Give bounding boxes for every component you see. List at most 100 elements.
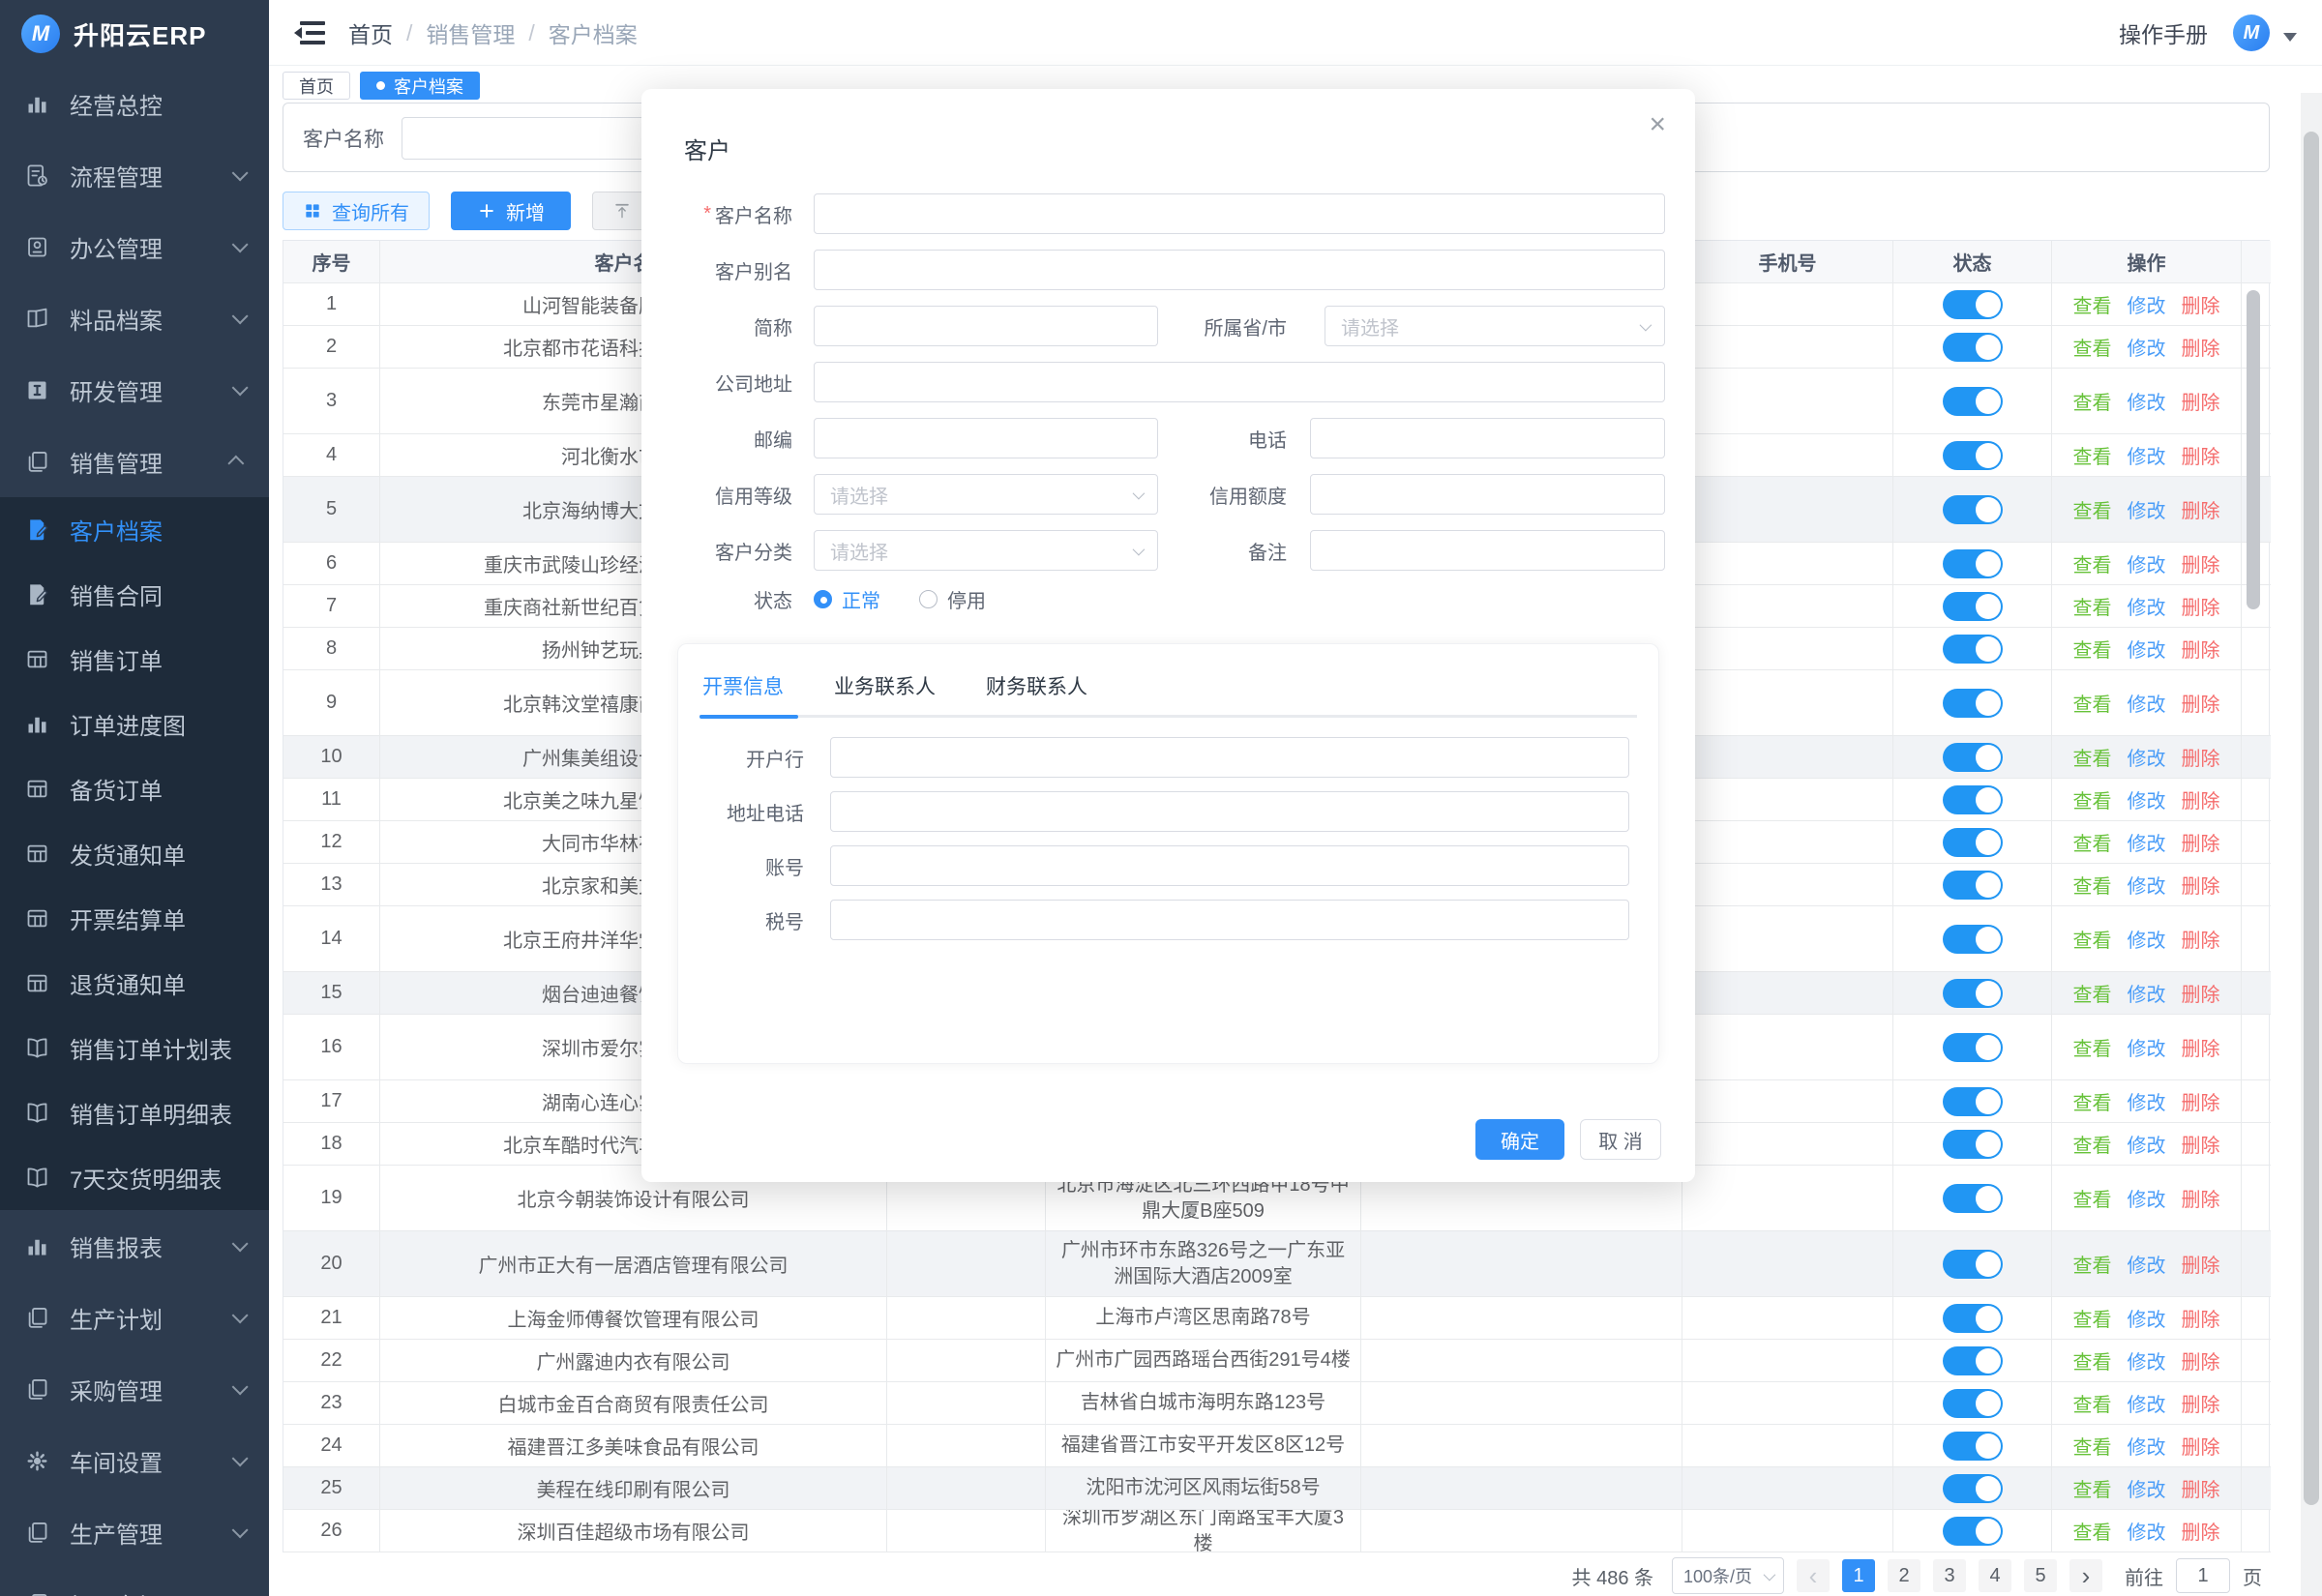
- status-toggle[interactable]: [1943, 549, 2003, 578]
- status-toggle[interactable]: [1943, 1087, 2003, 1116]
- sidebar-item[interactable]: 办公管理: [0, 211, 269, 282]
- delete-link[interactable]: 删除: [2182, 979, 2220, 1007]
- goto-page-input[interactable]: [2176, 1558, 2230, 1593]
- status-radio-unselected[interactable]: 停用: [919, 585, 986, 613]
- status-toggle[interactable]: [1943, 925, 2003, 954]
- view-link[interactable]: 查看: [2073, 1250, 2112, 1278]
- delete-link[interactable]: 删除: [2182, 387, 2220, 415]
- cancel-button[interactable]: 取 消: [1580, 1119, 1661, 1160]
- sidebar-item[interactable]: 销售订单: [0, 627, 269, 692]
- sidebar-item[interactable]: 料品档案: [0, 282, 269, 354]
- view-link[interactable]: 查看: [2073, 1130, 2112, 1158]
- status-toggle[interactable]: [1943, 1130, 2003, 1159]
- remark-field[interactable]: [1310, 530, 1665, 571]
- view-link[interactable]: 查看: [2073, 290, 2112, 318]
- sidebar-item[interactable]: 采购管理: [0, 1353, 269, 1425]
- view-link[interactable]: 查看: [2073, 441, 2112, 469]
- sidebar-item[interactable]: 发货通知单: [0, 821, 269, 886]
- edit-link[interactable]: 修改: [2128, 1432, 2166, 1460]
- account-field[interactable]: [830, 845, 1629, 886]
- delete-link[interactable]: 删除: [2182, 1304, 2220, 1332]
- status-toggle[interactable]: [1943, 1389, 2003, 1418]
- delete-link[interactable]: 删除: [2182, 871, 2220, 899]
- edit-link[interactable]: 修改: [2128, 1517, 2166, 1545]
- sidebar-item[interactable]: 销售管理: [0, 426, 269, 497]
- status-radio-selected[interactable]: 正常: [814, 585, 880, 613]
- status-toggle[interactable]: [1943, 1033, 2003, 1062]
- zip-field[interactable]: [814, 418, 1158, 458]
- status-toggle[interactable]: [1943, 592, 2003, 621]
- edit-link[interactable]: 修改: [2128, 1389, 2166, 1417]
- delete-link[interactable]: 删除: [2182, 1130, 2220, 1158]
- bank-field[interactable]: [830, 737, 1629, 778]
- page-button-2[interactable]: 2: [1888, 1559, 1920, 1592]
- sidebar-item[interactable]: 生产管理: [0, 1496, 269, 1568]
- edit-link[interactable]: 修改: [2128, 743, 2166, 771]
- delete-link[interactable]: 删除: [2182, 785, 2220, 813]
- category-select[interactable]: 请选择: [814, 530, 1158, 571]
- delete-link[interactable]: 删除: [2182, 925, 2220, 953]
- query-all-button[interactable]: 查询所有: [283, 192, 430, 230]
- sidebar-item[interactable]: 订单进度图: [0, 692, 269, 756]
- view-tab-inactive[interactable]: 首页: [283, 72, 350, 100]
- status-toggle[interactable]: [1943, 387, 2003, 416]
- sidebar-item[interactable]: 经营总控: [0, 68, 269, 139]
- status-toggle[interactable]: [1943, 689, 2003, 718]
- sidebar-item[interactable]: 加工车间: [0, 1568, 269, 1596]
- edit-link[interactable]: 修改: [2128, 785, 2166, 813]
- status-toggle[interactable]: [1943, 1346, 2003, 1375]
- view-link[interactable]: 查看: [2073, 1517, 2112, 1545]
- view-link[interactable]: 查看: [2073, 1432, 2112, 1460]
- status-toggle[interactable]: [1943, 979, 2003, 1008]
- status-toggle[interactable]: [1943, 495, 2003, 524]
- close-icon[interactable]: ×: [1649, 110, 1666, 139]
- view-link[interactable]: 查看: [2073, 1389, 2112, 1417]
- sidebar-item[interactable]: 车间设置: [0, 1425, 269, 1496]
- delete-link[interactable]: 删除: [2182, 1346, 2220, 1374]
- view-link[interactable]: 查看: [2073, 925, 2112, 953]
- delete-link[interactable]: 删除: [2182, 333, 2220, 361]
- view-link[interactable]: 查看: [2073, 1184, 2112, 1212]
- delete-link[interactable]: 删除: [2182, 689, 2220, 717]
- view-link[interactable]: 查看: [2073, 635, 2112, 663]
- status-toggle[interactable]: [1943, 1432, 2003, 1461]
- tax-no-field[interactable]: [830, 900, 1629, 940]
- delete-link[interactable]: 删除: [2182, 495, 2220, 523]
- delete-link[interactable]: 删除: [2182, 1087, 2220, 1115]
- edit-link[interactable]: 修改: [2128, 592, 2166, 620]
- delete-link[interactable]: 删除: [2182, 549, 2220, 577]
- edit-link[interactable]: 修改: [2128, 441, 2166, 469]
- table-scrollbar[interactable]: [2247, 290, 2260, 609]
- chevron-down-icon[interactable]: [2283, 33, 2297, 42]
- edit-link[interactable]: 修改: [2128, 333, 2166, 361]
- view-link[interactable]: 查看: [2073, 549, 2112, 577]
- address-tel-field[interactable]: [830, 791, 1629, 832]
- delete-link[interactable]: 删除: [2182, 1389, 2220, 1417]
- status-toggle[interactable]: [1943, 1474, 2003, 1503]
- edit-link[interactable]: 修改: [2128, 1474, 2166, 1502]
- delete-link[interactable]: 删除: [2182, 743, 2220, 771]
- status-toggle[interactable]: [1943, 635, 2003, 664]
- credit-level-select[interactable]: 请选择: [814, 474, 1158, 515]
- view-link[interactable]: 查看: [2073, 743, 2112, 771]
- modal-tab-active[interactable]: 开票信息: [702, 671, 784, 700]
- view-link[interactable]: 查看: [2073, 592, 2112, 620]
- sidebar-item[interactable]: 销售订单计划表: [0, 1016, 269, 1080]
- view-link[interactable]: 查看: [2073, 871, 2112, 899]
- status-toggle[interactable]: [1943, 333, 2003, 362]
- page-button-4[interactable]: 4: [1979, 1559, 2011, 1592]
- status-toggle[interactable]: [1943, 290, 2003, 319]
- status-toggle[interactable]: [1943, 828, 2003, 857]
- status-toggle[interactable]: [1943, 785, 2003, 814]
- status-toggle[interactable]: [1943, 1517, 2003, 1546]
- sidebar-item[interactable]: 开票结算单: [0, 886, 269, 951]
- delete-link[interactable]: 删除: [2182, 290, 2220, 318]
- delete-link[interactable]: 删除: [2182, 1033, 2220, 1061]
- view-link[interactable]: 查看: [2073, 828, 2112, 856]
- view-link[interactable]: 查看: [2073, 689, 2112, 717]
- delete-link[interactable]: 删除: [2182, 828, 2220, 856]
- delete-link[interactable]: 删除: [2182, 592, 2220, 620]
- status-toggle[interactable]: [1943, 871, 2003, 900]
- status-toggle[interactable]: [1943, 441, 2003, 470]
- edit-link[interactable]: 修改: [2128, 495, 2166, 523]
